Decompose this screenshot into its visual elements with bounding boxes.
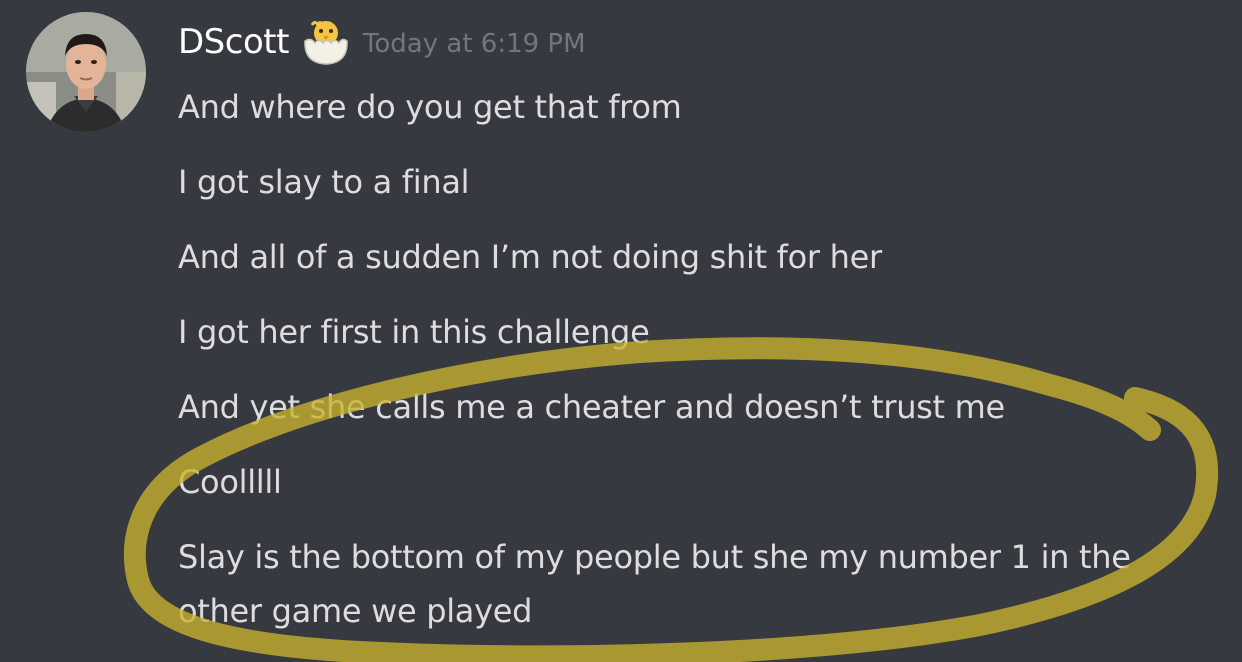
message-line[interactable]: Slay is the bottom of my people but she … — [178, 530, 1158, 638]
message-header: DScott Today at 6:19 PM — [178, 16, 586, 68]
chat-message-group: DScott Today at 6:19 PM And where do you… — [0, 0, 1242, 662]
hatching-chick-icon — [301, 17, 351, 67]
message-line[interactable]: I got her first in this challenge — [178, 305, 1178, 359]
message-list: And where do you get that from I got sla… — [178, 80, 1178, 659]
message-timestamp: Today at 6:19 PM — [362, 29, 586, 59]
avatar[interactable] — [26, 12, 146, 132]
message-line[interactable]: And all of a sudden I’m not doing shit f… — [178, 230, 1178, 284]
message-line[interactable]: I got slay to a final — [178, 155, 1178, 209]
username[interactable]: DScott — [178, 22, 289, 62]
message-line[interactable]: And where do you get that from — [178, 80, 1178, 134]
message-line[interactable]: Coolllll — [178, 455, 1178, 509]
user-photo-icon — [26, 12, 146, 132]
message-line[interactable]: And yet she calls me a cheater and doesn… — [178, 380, 1178, 434]
